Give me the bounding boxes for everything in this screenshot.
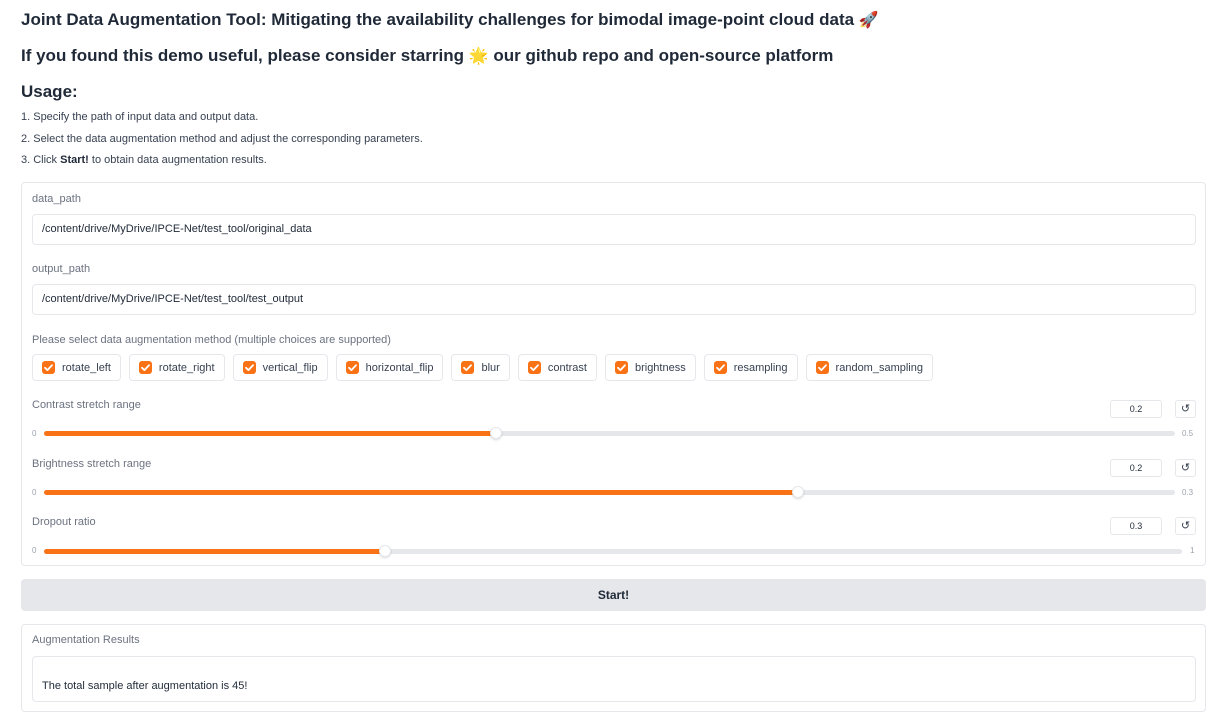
dropout-max-label: 1 xyxy=(1190,546,1195,555)
brightness-min-label: 0 xyxy=(32,488,37,497)
input-panel: data_path /content/drive/MyDrive/IPCE-Ne… xyxy=(21,182,1206,566)
checkbox-label: contrast xyxy=(547,361,587,374)
checkbox-checked-icon[interactable] xyxy=(461,361,475,374)
checkbox-rotate-left[interactable]: rotate_left xyxy=(32,354,121,381)
checkbox-checked-icon[interactable] xyxy=(138,361,152,374)
contrast-slider-fill xyxy=(44,431,497,436)
contrast-slider-label: Contrast stretch range xyxy=(32,399,141,411)
checkbox-checked-icon[interactable] xyxy=(345,361,359,374)
methods-label: Please select data augmentation method (… xyxy=(32,334,391,346)
brightness-slider[interactable] xyxy=(44,486,1175,498)
dropout-min-label: 0 xyxy=(32,546,37,555)
contrast-slider-thumb[interactable] xyxy=(490,427,503,439)
checkbox-vertical-flip[interactable]: vertical_flip xyxy=(232,354,328,381)
brightness-slider-fill xyxy=(44,490,799,495)
dropout-slider-fill xyxy=(44,549,386,554)
checkbox-label: resampling xyxy=(733,361,788,374)
usage-step-3-bold: Start! xyxy=(60,154,89,166)
usage-steps: 1. Specify the path of input data and ou… xyxy=(21,110,423,175)
dropout-slider-thumb[interactable] xyxy=(379,545,392,557)
dropout-slider-label: Dropout ratio xyxy=(32,516,96,528)
checkbox-label: brightness xyxy=(634,361,686,374)
checkbox-label: random_sampling xyxy=(835,361,923,374)
start-button[interactable]: Start! xyxy=(21,579,1206,611)
brightness-number-input[interactable]: 0.2 xyxy=(1110,459,1162,477)
checkbox-label: rotate_left xyxy=(62,361,111,374)
star-request-text-after: our github repo and open-source platform xyxy=(493,46,834,65)
dropout-number-input[interactable]: 0.3 xyxy=(1110,517,1162,535)
rocket-icon: 🚀 xyxy=(858,10,879,29)
brightness-max-label: 0.3 xyxy=(1182,488,1194,497)
checkbox-checked-icon[interactable] xyxy=(42,361,55,374)
checkbox-random-sampling[interactable]: random_sampling xyxy=(805,354,933,381)
checkbox-horizontal-flip[interactable]: horizontal_flip xyxy=(335,354,444,381)
contrast-min-label: 0 xyxy=(32,429,37,438)
results-panel: Augmentation Results The total sample af… xyxy=(21,624,1206,712)
output-path-label: output_path xyxy=(32,263,91,275)
reset-icon: ↺ xyxy=(1180,402,1191,415)
results-label: Augmentation Results xyxy=(32,634,140,646)
dropout-reset-button[interactable]: ↺ xyxy=(1175,517,1196,535)
methods-checkbox-group: rotate_left rotate_right vertical_flip h… xyxy=(32,354,933,381)
checkbox-contrast[interactable]: contrast xyxy=(517,354,597,381)
page-title: Joint Data Augmentation Tool: Mitigating… xyxy=(21,10,879,30)
usage-step-3-suffix: to obtain data augmentation results. xyxy=(91,154,267,166)
checkbox-label: blur xyxy=(481,361,500,374)
contrast-slider[interactable] xyxy=(44,427,1175,439)
usage-step-3: 3. Click Start! to obtain data augmentat… xyxy=(21,153,423,175)
checkbox-checked-icon[interactable] xyxy=(815,361,829,374)
checkbox-checked-icon[interactable] xyxy=(713,361,727,374)
checkbox-blur[interactable]: blur xyxy=(451,354,510,381)
usage-step-1: 1. Specify the path of input data and ou… xyxy=(21,111,259,123)
contrast-reset-button[interactable]: ↺ xyxy=(1175,400,1196,418)
data-path-label: data_path xyxy=(32,193,81,205)
star-request-heading: If you found this demo useful, please co… xyxy=(21,46,833,66)
checkbox-checked-icon[interactable] xyxy=(242,361,256,374)
brightness-reset-button[interactable]: ↺ xyxy=(1175,459,1196,477)
contrast-number-input[interactable]: 0.2 xyxy=(1110,400,1162,418)
page-title-text: Joint Data Augmentation Tool: Mitigating… xyxy=(21,10,855,29)
usage-heading: Usage: xyxy=(21,82,78,101)
reset-icon: ↺ xyxy=(1180,519,1191,532)
brightness-slider-label: Brightness stretch range xyxy=(32,458,152,470)
checkbox-label: horizontal_flip xyxy=(365,361,434,374)
results-text: The total sample after augmentation is 4… xyxy=(42,680,248,692)
data-path-input[interactable]: /content/drive/MyDrive/IPCE-Net/test_too… xyxy=(32,214,1196,245)
checkbox-brightness[interactable]: brightness xyxy=(604,354,696,381)
brightness-slider-thumb[interactable] xyxy=(792,486,805,498)
contrast-max-label: 0.5 xyxy=(1182,429,1194,438)
output-path-input[interactable]: /content/drive/MyDrive/IPCE-Net/test_too… xyxy=(32,284,1196,315)
checkbox-label: vertical_flip xyxy=(262,361,318,374)
checkbox-rotate-right[interactable]: rotate_right xyxy=(128,354,225,381)
checkbox-label: rotate_right xyxy=(158,361,215,374)
star-request-text-before: If you found this demo useful, please co… xyxy=(21,46,465,65)
usage-step-2: 2. Select the data augmentation method a… xyxy=(21,132,423,145)
results-output[interactable]: The total sample after augmentation is 4… xyxy=(32,656,1196,702)
checkbox-checked-icon[interactable] xyxy=(614,361,628,374)
usage-step-3-prefix: 3. Click xyxy=(21,154,58,166)
star-icon: 🌟 xyxy=(468,46,489,65)
reset-icon: ↺ xyxy=(1180,461,1191,474)
checkbox-resampling[interactable]: resampling xyxy=(703,354,798,381)
checkbox-checked-icon[interactable] xyxy=(527,361,541,374)
dropout-slider[interactable] xyxy=(44,545,1182,557)
